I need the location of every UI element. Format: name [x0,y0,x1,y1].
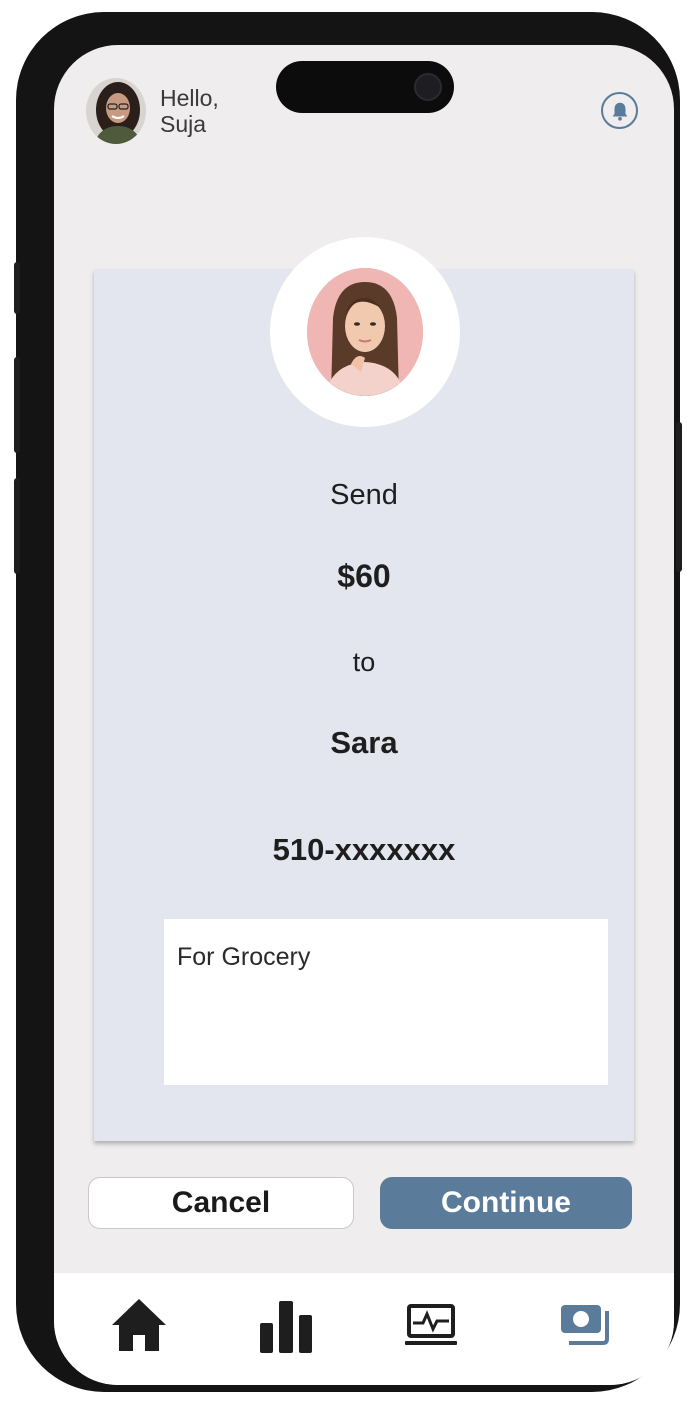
side-button-volume-down [14,478,20,574]
side-button-power [676,422,682,572]
send-label: Send [330,479,398,511]
user-avatar-icon[interactable] [86,78,146,144]
nav-activity[interactable] [401,1295,461,1355]
phone-frame: Hello, Suja Send $60 to Sara 510-xxxxxxx… [14,12,682,1392]
nav-payments[interactable] [556,1295,616,1355]
bell-icon[interactable] [601,92,638,129]
greeting-line-1: Hello, [160,85,219,111]
nav-home[interactable] [109,1295,169,1355]
dynamic-island [276,61,454,113]
continue-button[interactable]: Continue [380,1177,632,1229]
bottom-nav [54,1273,674,1385]
recipient-avatar-icon [307,268,423,396]
bar-chart-icon [260,1301,312,1353]
greeting: Hello, Suja [160,85,219,137]
recipient-phone: 510-xxxxxxx [272,832,456,867]
side-button-volume-up [14,357,20,453]
money-transfer-icon [561,1305,609,1345]
transfer-amount: $60 [337,558,391,594]
front-camera [414,73,442,101]
recipient-name: Sara [330,725,398,760]
nav-stats[interactable] [256,1295,316,1355]
user-name: Suja [160,111,207,137]
cancel-button[interactable]: Cancel [88,1177,354,1229]
side-button-action [14,262,20,314]
activity-monitor-icon [405,1304,457,1345]
home-icon [112,1299,166,1351]
app-screen: Hello, Suja Send $60 to Sara 510-xxxxxxx… [54,45,674,1385]
note-field[interactable]: For Grocery [164,919,608,1085]
recipient-photo-frame [270,237,460,427]
to-label: to [352,647,376,677]
